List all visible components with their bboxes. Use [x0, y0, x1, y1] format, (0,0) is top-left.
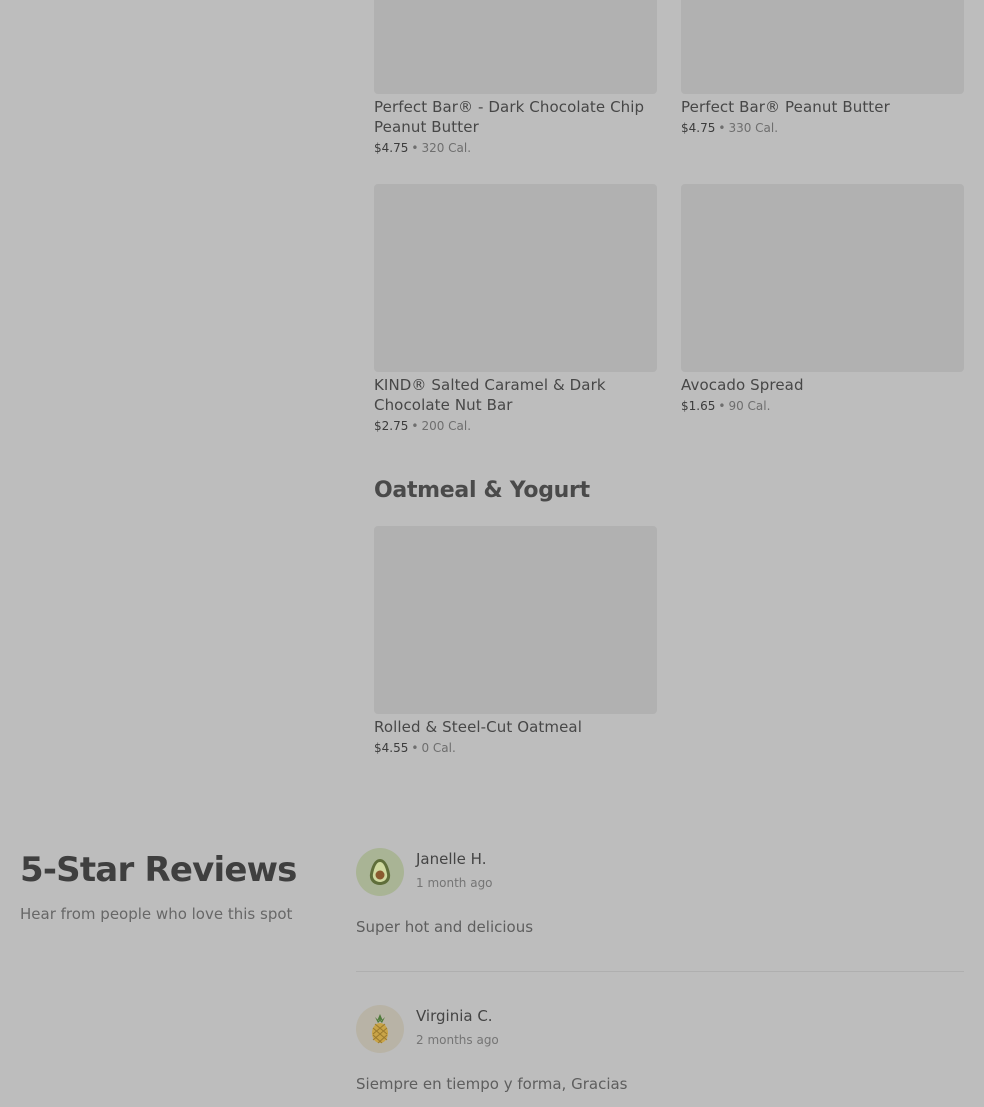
menu-item-card[interactable]: Perfect Bar® Peanut Butter $4.75 • 330 Cal… — [681, 0, 964, 135]
meta-separator: • — [411, 141, 419, 155]
review-card: Janelle H. 1 month ago Super hot and del… — [356, 848, 964, 948]
review-divider — [356, 971, 964, 972]
menu-item-calories: 200 Cal. — [421, 419, 472, 433]
menu-item-name: Perfect Bar® - Dark Chocolate Chip Peanu… — [374, 98, 645, 136]
section-title-oatmeal: Oatmeal & Yogurt — [374, 478, 590, 503]
menu-item-name: KIND® Salted Caramel & Dark Chocolate Nu… — [374, 376, 606, 414]
menu-item-name: Avocado Spread — [681, 376, 804, 394]
menu-item-image[interactable] — [681, 0, 964, 94]
menu-item-image[interactable] — [681, 184, 964, 372]
menu-item-price: $4.75 — [374, 141, 409, 155]
pineapple-icon — [372, 1014, 388, 1044]
menu-item-image[interactable] — [374, 526, 657, 714]
reviewer-name: Janelle H. — [416, 850, 487, 868]
meta-separator: • — [718, 399, 726, 413]
reviews-subtitle: Hear from people who love this spot — [20, 905, 293, 923]
review-text: Siempre en tiempo y forma, Gracias — [356, 1075, 628, 1093]
menu-item-card[interactable]: KIND® Salted Caramel & Dark Chocolate Nu… — [374, 184, 657, 433]
reviewer-name: Virginia C. — [416, 1007, 493, 1025]
menu-item-meta: $2.75 • 200 Cal. — [374, 419, 657, 433]
menu-item-calories: 0 Cal. — [421, 741, 456, 755]
menu-item-meta: $1.65 • 90 Cal. — [681, 399, 964, 413]
menu-item-name: Rolled & Steel-Cut Oatmeal — [374, 718, 582, 736]
menu-item-name: Perfect Bar® Peanut Butter — [681, 98, 890, 116]
review-date: 2 months ago — [416, 1033, 499, 1047]
menu-item-card[interactable]: Rolled & Steel-Cut Oatmeal $4.55 • 0 Cal. — [374, 526, 657, 755]
menu-item-image[interactable] — [374, 184, 657, 372]
meta-separator: • — [411, 419, 419, 433]
meta-separator: • — [718, 121, 726, 135]
menu-item-price: $4.75 — [681, 121, 716, 135]
menu-item-card[interactable]: Perfect Bar® - Dark Chocolate Chip Peanu… — [374, 0, 657, 155]
menu-item-calories: 330 Cal. — [728, 121, 779, 135]
menu-item-meta: $4.55 • 0 Cal. — [374, 741, 657, 755]
menu-item-image[interactable] — [374, 0, 657, 94]
reviews-title: 5-Star Reviews — [20, 850, 297, 890]
review-date: 1 month ago — [416, 876, 493, 890]
avocado-icon — [369, 859, 391, 885]
menu-item-price: $1.65 — [681, 399, 716, 413]
menu-item-card[interactable]: Avocado Spread $1.65 • 90 Cal. — [681, 184, 964, 413]
menu-item-meta: $4.75 • 320 Cal. — [374, 141, 657, 155]
review-text: Super hot and delicious — [356, 918, 534, 936]
menu-item-calories: 320 Cal. — [421, 141, 472, 155]
reviewer-avatar — [356, 848, 404, 896]
meta-separator: • — [411, 741, 419, 755]
menu-item-price: $2.75 — [374, 419, 409, 433]
menu-item-calories: 90 Cal. — [728, 399, 771, 413]
menu-item-price: $4.55 — [374, 741, 409, 755]
menu-item-meta: $4.75 • 330 Cal. — [681, 121, 964, 135]
reviewer-avatar — [356, 1005, 404, 1053]
review-card: Virginia C. 2 months ago Siempre en tiem… — [356, 1005, 964, 1105]
